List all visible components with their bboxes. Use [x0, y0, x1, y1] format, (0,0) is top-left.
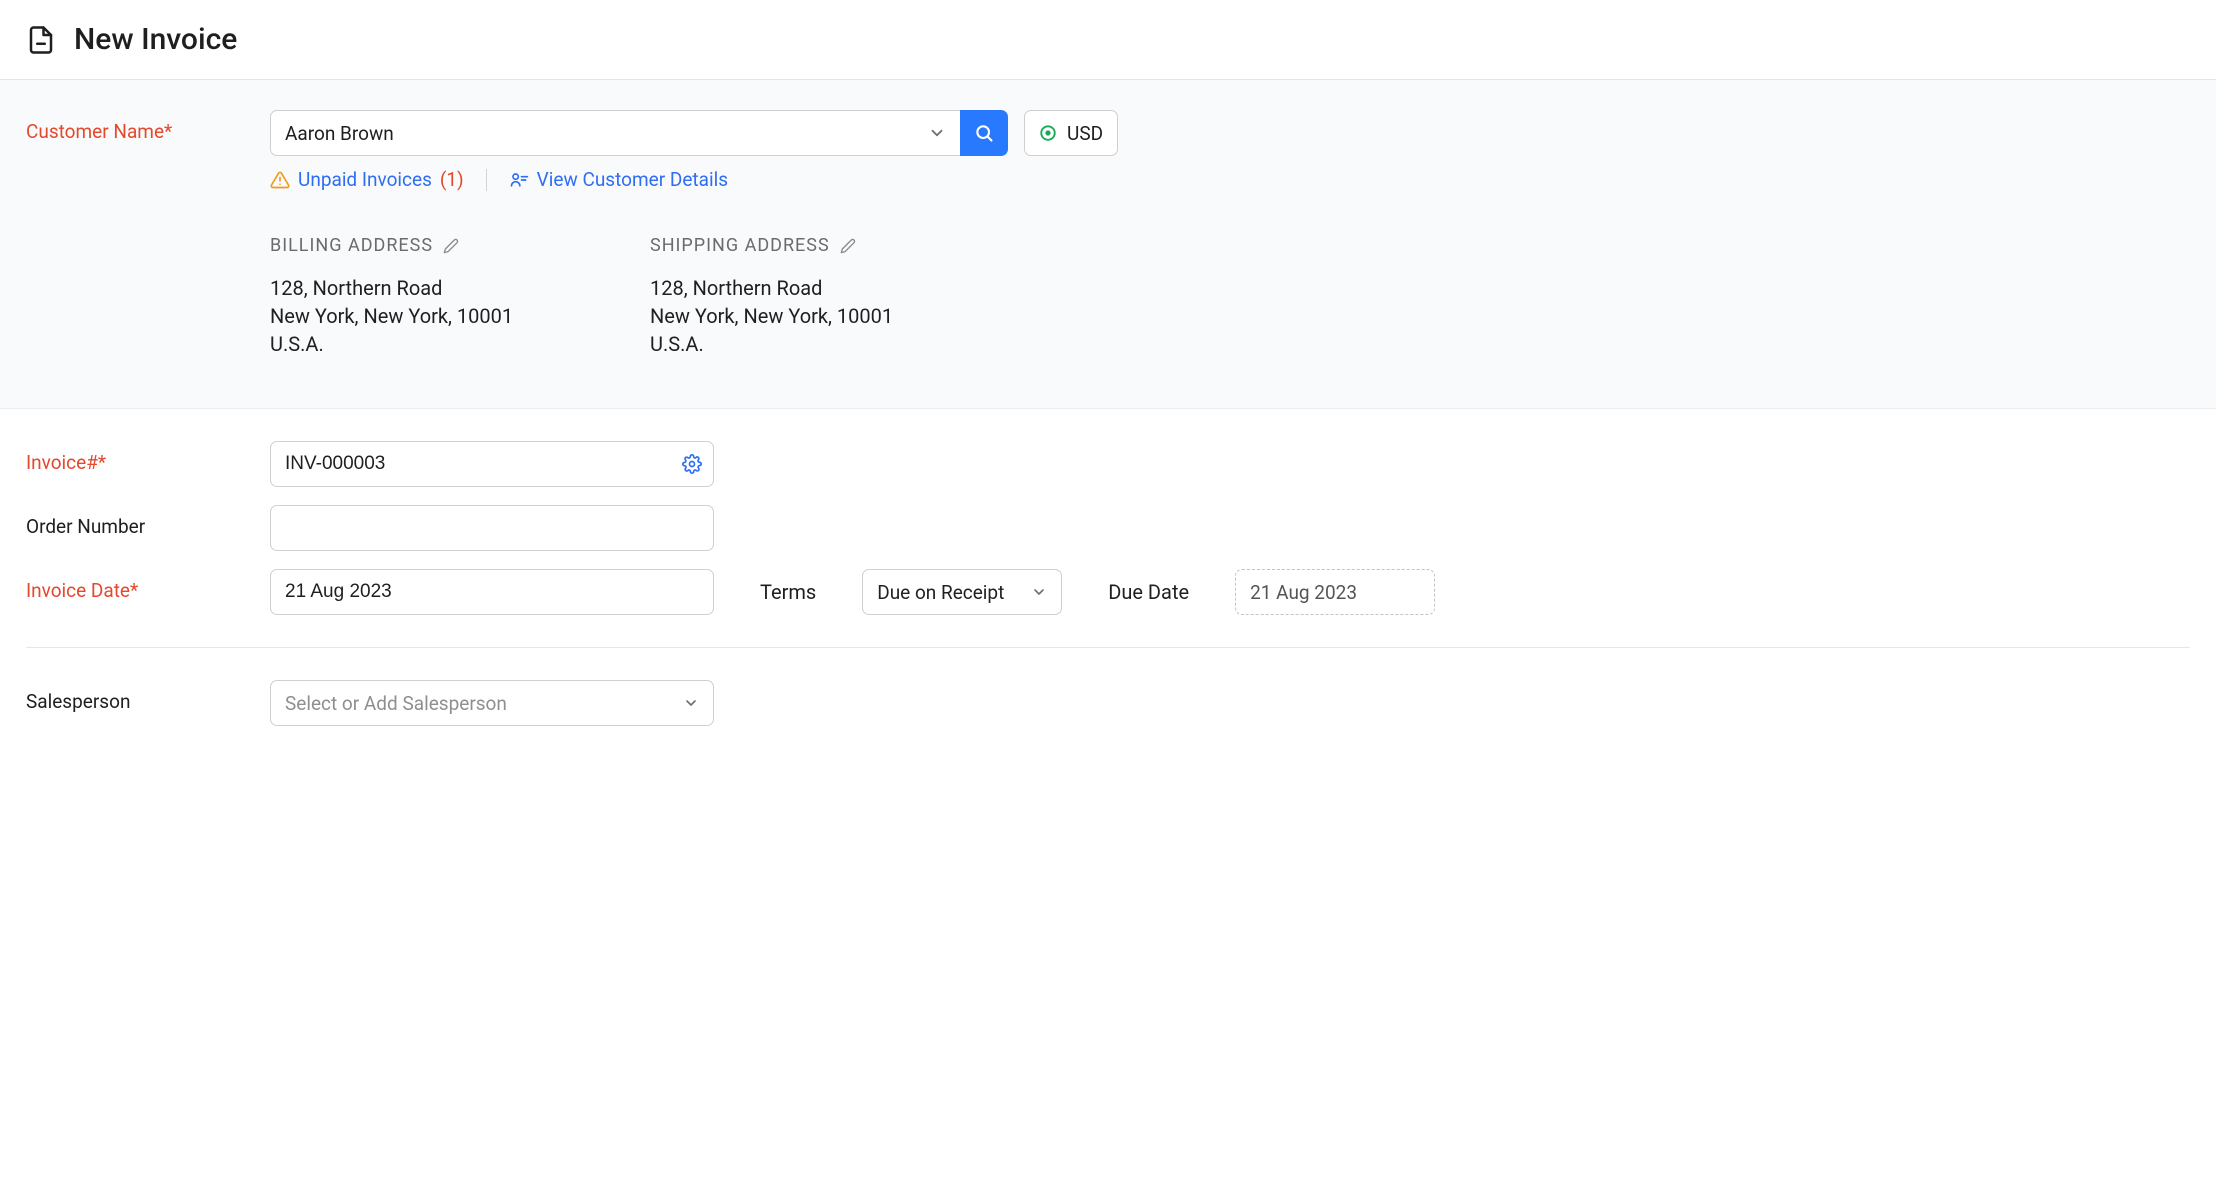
billing-line1: 128, Northern Road	[270, 274, 590, 302]
invoice-file-icon	[26, 25, 56, 55]
gear-icon[interactable]	[680, 452, 704, 476]
invoice-date-label: Invoice Date*	[26, 569, 270, 602]
order-number-label: Order Number	[26, 505, 270, 538]
customer-search-button[interactable]	[960, 110, 1008, 156]
billing-line2: New York, New York, 10001	[270, 302, 590, 330]
page-header: New Invoice	[0, 0, 2216, 80]
due-date-label: Due Date	[1108, 580, 1189, 604]
separator	[486, 169, 487, 191]
warning-icon	[270, 170, 290, 190]
chevron-down-icon	[683, 695, 699, 711]
unpaid-invoices-text: Unpaid Invoices	[298, 168, 432, 191]
view-customer-details-text: View Customer Details	[537, 168, 728, 191]
salesperson-select[interactable]: Select or Add Salesperson	[270, 680, 714, 726]
unpaid-invoices-link[interactable]: Unpaid Invoices (1)	[270, 168, 464, 191]
shipping-line1: 128, Northern Road	[650, 274, 970, 302]
salesperson-label: Salesperson	[26, 680, 270, 713]
billing-address-block: BILLING ADDRESS 128, Northern Road New Y…	[270, 235, 590, 358]
salesperson-placeholder: Select or Add Salesperson	[285, 692, 683, 715]
chevron-down-icon	[1031, 584, 1047, 600]
currency-dot-icon	[1039, 124, 1057, 142]
currency-code: USD	[1067, 122, 1103, 145]
customer-section: Customer Name* Aaron Brown	[0, 80, 2216, 409]
search-icon	[974, 123, 994, 143]
edit-icon[interactable]	[840, 238, 856, 254]
terms-label: Terms	[760, 580, 816, 604]
invoice-date-input[interactable]	[270, 569, 714, 615]
customer-name-select[interactable]: Aaron Brown	[270, 110, 960, 156]
terms-value: Due on Receipt	[877, 581, 1021, 604]
order-number-input[interactable]	[270, 505, 714, 551]
invoice-number-input[interactable]	[270, 441, 714, 487]
due-date-value: 21 Aug 2023	[1250, 581, 1357, 604]
shipping-address-heading: SHIPPING ADDRESS	[650, 235, 830, 256]
unpaid-invoices-count: (1)	[440, 168, 464, 191]
divider	[26, 647, 2190, 648]
shipping-line3: U.S.A.	[650, 330, 970, 358]
invoice-number-label: Invoice#*	[26, 441, 270, 474]
chevron-down-icon	[928, 124, 946, 142]
currency-selector[interactable]: USD	[1024, 110, 1118, 156]
billing-address-heading: BILLING ADDRESS	[270, 235, 433, 256]
shipping-line2: New York, New York, 10001	[650, 302, 970, 330]
view-customer-details-link[interactable]: View Customer Details	[509, 168, 728, 191]
billing-line3: U.S.A.	[270, 330, 590, 358]
due-date-display[interactable]: 21 Aug 2023	[1235, 569, 1435, 615]
customer-name-label: Customer Name*	[26, 110, 270, 143]
invoice-details-section: Invoice#* Order Number Invoice Date* Ter…	[0, 409, 2216, 766]
terms-select[interactable]: Due on Receipt	[862, 569, 1062, 615]
edit-icon[interactable]	[443, 238, 459, 254]
user-details-icon	[509, 170, 529, 190]
page-title: New Invoice	[74, 22, 237, 57]
customer-name-value: Aaron Brown	[285, 122, 928, 145]
shipping-address-block: SHIPPING ADDRESS 128, Northern Road New …	[650, 235, 970, 358]
